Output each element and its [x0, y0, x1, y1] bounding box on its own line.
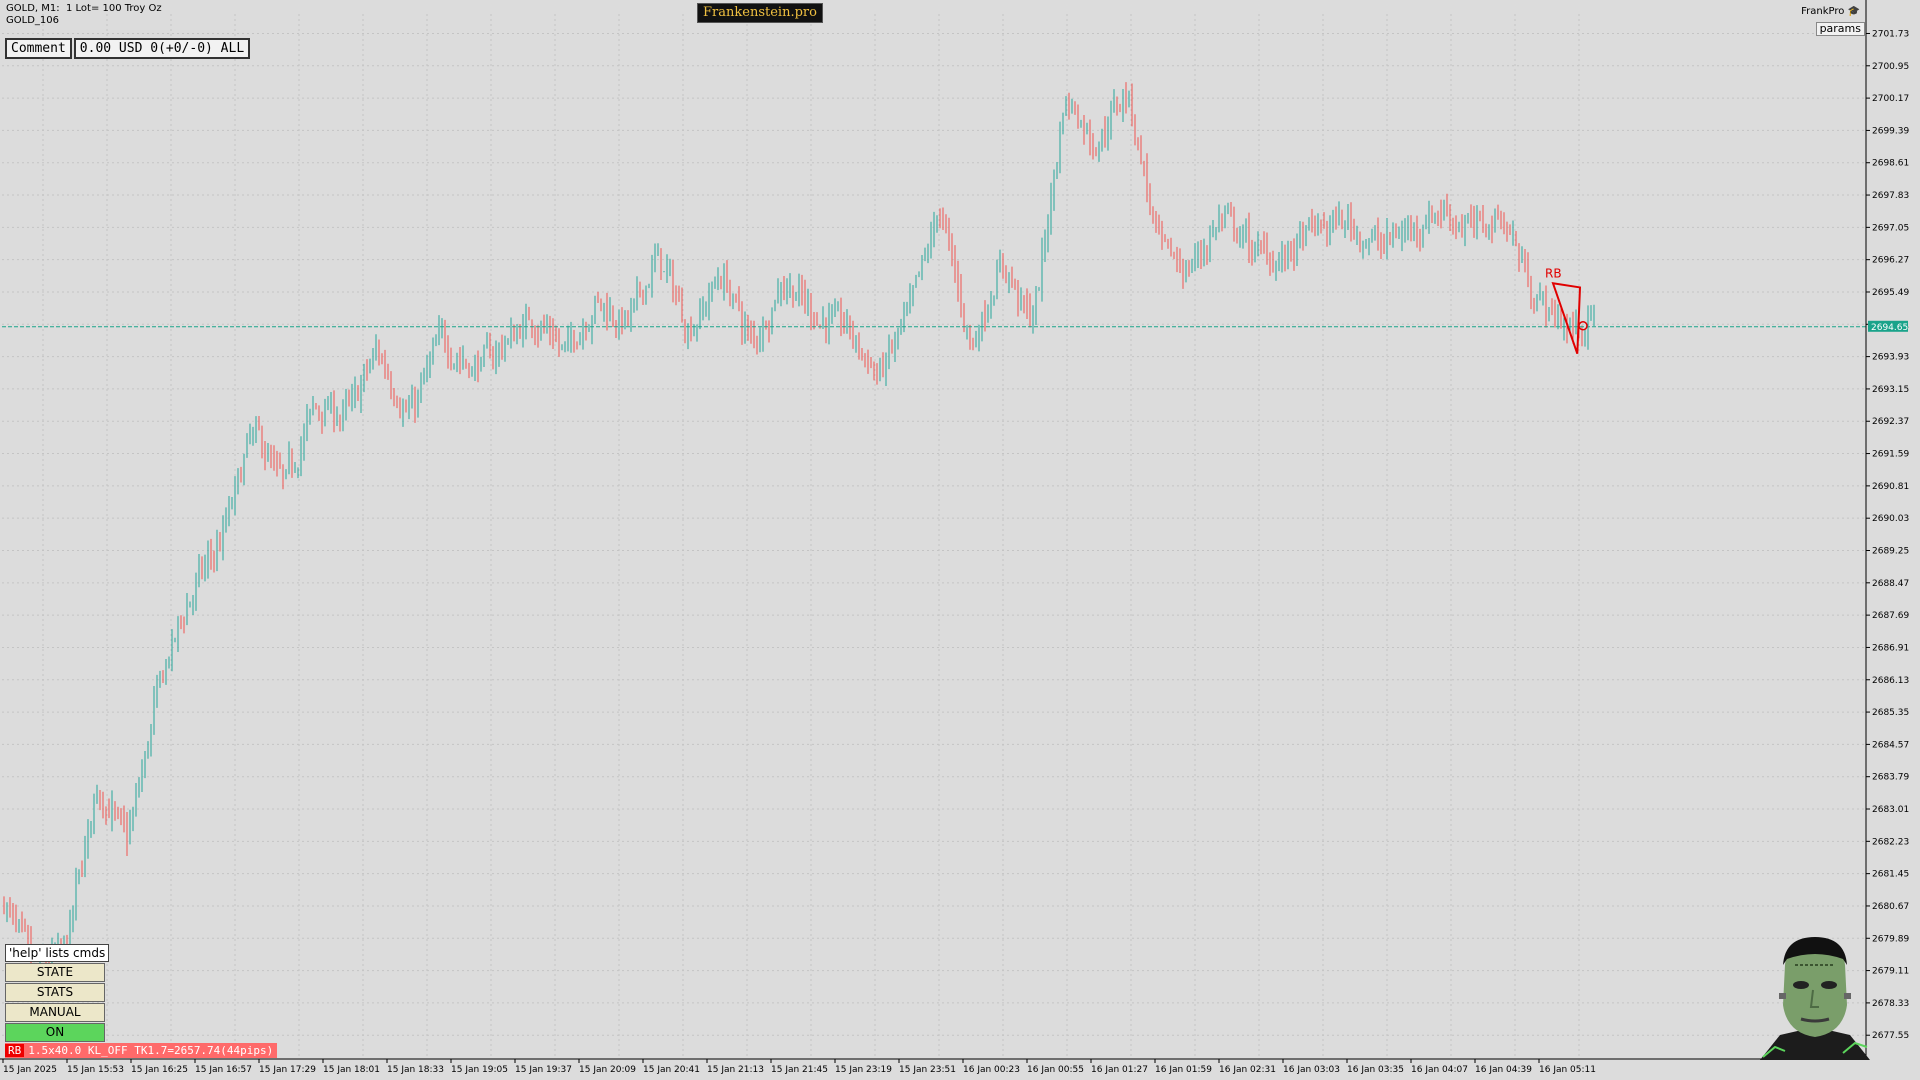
time-tick-label: 15 Jan 20:09: [579, 1065, 636, 1075]
status-tag: RB: [5, 1044, 25, 1057]
time-tick-label: 15 Jan 2025: [3, 1065, 57, 1075]
price-tick-label: 2696.27: [1872, 256, 1909, 266]
price-tick-label: 2693.15: [1872, 385, 1909, 395]
help-hint: 'help' lists cmds: [5, 944, 110, 962]
price-tick-label: 2699.39: [1872, 126, 1909, 136]
account-name: GOLD_106: [6, 15, 59, 26]
price-tick-label: 2689.25: [1872, 547, 1909, 557]
manual-button[interactable]: MANUAL: [5, 1003, 105, 1022]
status-bar: RB 1.5x40.0 KL_OFF TK1.7=2657.74(44pips): [5, 1043, 278, 1058]
price-tick-label: 2678.33: [1872, 999, 1909, 1009]
price-tick-label: 2680.67: [1872, 902, 1909, 912]
brand-logo: Frankenstein.pro: [697, 3, 823, 23]
time-tick-label: 16 Jan 01:27: [1091, 1065, 1148, 1075]
price-tick-label: 2687.69: [1872, 611, 1909, 621]
price-axis: 2701.73 2700.95 2700.17 2699.39 2698.61 2697.…: [1866, 29, 1909, 1041]
time-tick-label: 15 Jan 19:05: [451, 1065, 508, 1075]
candles: [3, 82, 1595, 972]
time-tick-label: 16 Jan 04:07: [1411, 1065, 1468, 1075]
frankpro-title: FrankPro 🎓: [1801, 6, 1860, 17]
time-tick-label: 16 Jan 01:59: [1155, 1065, 1212, 1075]
price-tick-label: 2690.03: [1872, 514, 1909, 524]
price-tick-label: 2691.59: [1872, 450, 1909, 460]
price-tick-label: 2684.57: [1872, 740, 1909, 750]
comment-value: 0.00 USD 0(+0/-0) ALL: [73, 38, 251, 59]
time-tick-label: 16 Jan 03:03: [1283, 1065, 1340, 1075]
price-tick-label: 2679.11: [1872, 967, 1909, 977]
time-tick-label: 15 Jan 18:33: [387, 1065, 444, 1075]
price-tick-label: 2700.17: [1872, 94, 1909, 104]
price-tick-label: 2681.45: [1872, 870, 1909, 880]
time-tick-label: 15 Jan 23:51: [899, 1065, 956, 1075]
price-tick-label: 2690.81: [1872, 482, 1909, 492]
time-tick-label: 16 Jan 03:35: [1347, 1065, 1404, 1075]
price-tick-label: 2683.01: [1872, 805, 1909, 815]
comment-panel: Comment 0.00 USD 0(+0/-0) ALL: [5, 38, 252, 59]
graduation-cap-icon: 🎓: [1847, 6, 1860, 17]
price-tick-label: 2695.49: [1872, 288, 1909, 298]
time-tick-label: 16 Jan 00:23: [963, 1065, 1020, 1075]
price-tick-label: 2701.73: [1872, 29, 1909, 39]
time-tick-label: 15 Jan 16:25: [131, 1065, 188, 1075]
time-tick-label: 15 Jan 21:13: [707, 1065, 764, 1075]
state-button[interactable]: STATE: [5, 963, 105, 982]
rb-label: RB: [1545, 266, 1562, 280]
symbol-info: GOLD, M1: 1 Lot= 100 Troy Oz GOLD_106: [6, 3, 162, 27]
symbol-line: GOLD, M1: 1 Lot= 100 Troy Oz: [6, 3, 162, 14]
comment-label: Comment: [5, 38, 72, 59]
stats-button[interactable]: STATS: [5, 983, 105, 1002]
signal-marker: [1578, 321, 1588, 331]
price-tick-label: 2700.95: [1872, 62, 1909, 72]
time-tick-label: 15 Jan 19:37: [515, 1065, 572, 1075]
time-axis: 15 Jan 2025 15 Jan 15:53 15 Jan 16:25 15 Ja…: [2, 1059, 1596, 1075]
price-chart[interactable]: RB 2701.73 2700.95 2700.17 2699.39 2698.61 26…: [0, 0, 1920, 1080]
time-tick-label: 16 Jan 05:11: [1539, 1065, 1596, 1075]
params-button[interactable]: params: [1815, 22, 1865, 36]
time-tick-label: 15 Jan 21:45: [771, 1065, 828, 1075]
time-tick-label: 16 Jan 04:39: [1475, 1065, 1532, 1075]
current-price-tag: 2694.65: [1868, 320, 1908, 333]
price-tick-label: 2682.23: [1872, 837, 1909, 847]
chart-grid: [2, 14, 1866, 1059]
price-tick-label: 2683.79: [1872, 773, 1909, 783]
svg-text:2694.65: 2694.65: [1871, 323, 1908, 333]
rb-annotation: RB: [1545, 266, 1588, 355]
time-tick-label: 16 Jan 00:55: [1027, 1065, 1084, 1075]
price-tick-label: 2688.47: [1872, 579, 1909, 589]
time-tick-label: 16 Jan 02:31: [1219, 1065, 1276, 1075]
price-tick-label: 2697.05: [1872, 223, 1909, 233]
status-text: 1.5x40.0 KL_OFF TK1.7=2657.74(44pips): [28, 1044, 274, 1057]
time-tick-label: 15 Jan 18:01: [323, 1065, 380, 1075]
price-tick-label: 2686.13: [1872, 676, 1909, 686]
price-tick-label: 2698.61: [1872, 159, 1909, 169]
price-tick-label: 2693.93: [1872, 353, 1909, 363]
time-tick-label: 15 Jan 15:53: [67, 1065, 124, 1075]
price-tick-label: 2677.55: [1872, 1031, 1909, 1041]
price-tick-label: 2679.89: [1872, 934, 1909, 944]
time-tick-label: 15 Jan 16:57: [195, 1065, 252, 1075]
time-tick-label: 15 Jan 23:19: [835, 1065, 892, 1075]
time-tick-label: 15 Jan 20:41: [643, 1065, 700, 1075]
price-tick-label: 2685.35: [1872, 708, 1909, 718]
price-tick-label: 2692.37: [1872, 417, 1909, 427]
chart-window[interactable]: RB 2701.73 2700.95 2700.17 2699.39 2698.61 26…: [0, 0, 1920, 1080]
price-tick-label: 2697.83: [1872, 191, 1909, 201]
frankenstein-avatar-icon: [1760, 937, 1870, 1060]
time-tick-label: 15 Jan 17:29: [259, 1065, 316, 1075]
price-tick-label: 2686.91: [1872, 643, 1909, 653]
on-toggle-button[interactable]: ON: [5, 1023, 105, 1042]
